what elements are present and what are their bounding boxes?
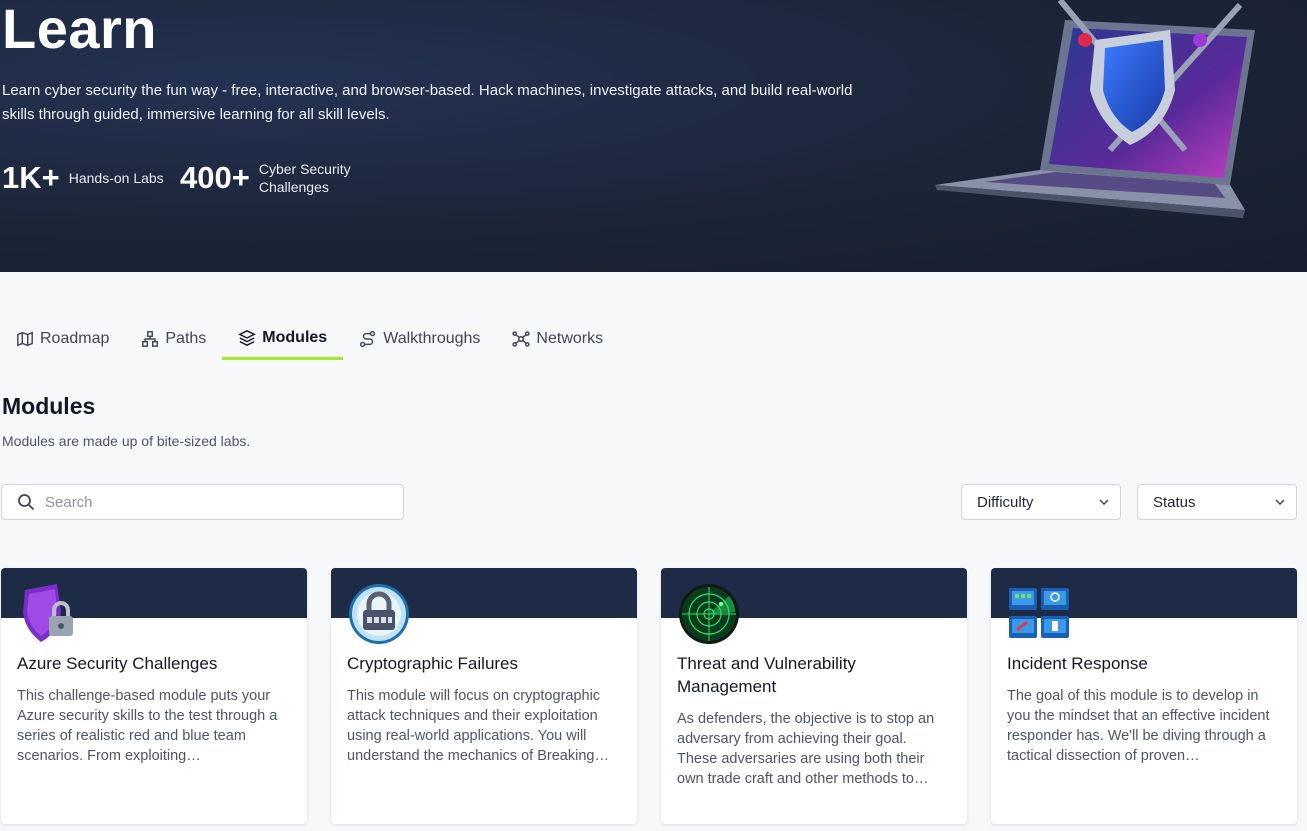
difficulty-select-label: Difficulty <box>977 493 1034 511</box>
tab-label: Walkthroughs <box>383 330 481 347</box>
shield-lock-icon <box>23 584 73 642</box>
hero-banner: Learn Learn cyber security the fun way -… <box>0 0 1307 272</box>
chevron-down-icon <box>1275 499 1285 506</box>
layers-icon <box>238 329 257 346</box>
difficulty-select[interactable]: Difficulty <box>961 484 1121 520</box>
stat-label: Cyber Security Challenges <box>258 161 351 195</box>
tab-roadmap[interactable]: Roadmap <box>0 318 125 360</box>
card-description: As defenders, the objective is to stop a… <box>677 711 935 787</box>
learn-tabs: Roadmap Paths Modules Walkthroughs Netwo… <box>0 318 619 360</box>
search-input[interactable] <box>45 493 375 511</box>
tab-modules[interactable]: Modules <box>222 318 344 360</box>
monitors-icon <box>1009 588 1069 638</box>
card-description: The goal of this module is to develop in… <box>1007 688 1270 764</box>
chevron-down-icon <box>1099 499 1109 506</box>
section-title: Modules <box>2 393 96 419</box>
hierarchy-icon <box>142 331 159 347</box>
tab-paths[interactable]: Paths <box>125 318 222 360</box>
hero-description: Learn cyber security the fun way - free,… <box>2 82 853 123</box>
map-icon <box>17 331 33 347</box>
status-select[interactable]: Status <box>1137 484 1297 520</box>
tab-label: Roadmap <box>40 330 110 347</box>
stat-value: 400+ <box>180 160 250 195</box>
card-title: Cryptographic Failures <box>347 654 519 673</box>
route-icon <box>360 330 376 348</box>
padlock-icon <box>349 584 409 644</box>
module-card-incident-response[interactable]: Incident Response The goal of this modul… <box>991 568 1297 824</box>
stat-labs: 1K+ Hands-on Labs <box>2 160 179 196</box>
radar-icon <box>679 584 739 644</box>
network-icon <box>512 331 531 347</box>
card-title: Threat and Vulnerability Management <box>677 654 856 696</box>
module-card-threat-vuln[interactable]: Threat and Vulnerability Management As d… <box>661 568 967 824</box>
status-select-label: Status <box>1153 493 1196 511</box>
stat-challenges: 400+ Cyber Security Challenges <box>180 160 369 196</box>
search-icon <box>18 494 35 511</box>
card-title: Incident Response <box>1007 654 1148 673</box>
tab-walkthroughs[interactable]: Walkthroughs <box>343 318 496 360</box>
card-title: Azure Security Challenges <box>17 654 218 673</box>
tab-label: Modules <box>262 328 328 346</box>
tab-networks[interactable]: Networks <box>496 318 619 360</box>
stat-label: Hands-on Labs <box>68 170 164 186</box>
page-title: Learn <box>2 0 157 60</box>
stat-value: 1K+ <box>2 160 60 195</box>
module-card-azure[interactable]: Azure Security Challenges This challenge… <box>1 568 307 824</box>
tab-label: Paths <box>165 330 207 347</box>
card-description: This module will focus on cryptographic … <box>347 688 609 764</box>
tab-label: Networks <box>536 330 604 347</box>
section-subtitle: Modules are made up of bite-sized labs. <box>2 433 251 449</box>
module-card-cryptographic[interactable]: Cryptographic Failures This module will … <box>331 568 637 824</box>
search-box[interactable] <box>1 484 404 520</box>
card-description: This challenge-based module puts your Az… <box>17 688 278 764</box>
laptop-shield-illustration <box>935 0 1255 218</box>
